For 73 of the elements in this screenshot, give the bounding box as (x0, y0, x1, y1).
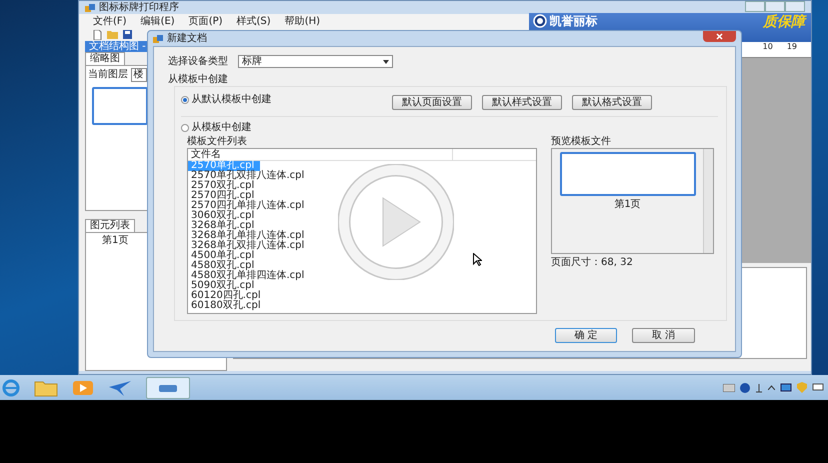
panel-tab[interactable]: 图元列表 (85, 219, 135, 232)
new-file-icon[interactable] (93, 30, 102, 40)
menu-item[interactable]: 文件(F) (93, 16, 127, 26)
save-icon[interactable] (123, 30, 132, 39)
preview-label: 预览模板文件 (551, 136, 612, 148)
minimize-button[interactable] (745, 1, 765, 12)
settings-button[interactable]: 默认格式设置 (572, 95, 652, 110)
ruler-label: 10 (762, 42, 773, 53)
monitor-icon[interactable] (780, 382, 792, 392)
menu-item[interactable]: 样式(S) (236, 16, 271, 26)
window-title: 图标标牌打印程序 (99, 2, 179, 14)
device-type-dropdown[interactable]: 标牌 (238, 55, 393, 68)
cancel-button[interactable]: 取 消 (632, 328, 695, 343)
page-caption: 第1页 (614, 198, 641, 210)
keyboard-icon[interactable] (723, 384, 735, 392)
file-row[interactable]: 60120四孔.cpl (188, 291, 267, 301)
bird-icon[interactable] (108, 378, 132, 396)
ruler-label: 19 (786, 42, 797, 53)
file-row[interactable]: 4580双孔单排四连体.cpl (188, 271, 310, 281)
device-type-label: 选择设备类型 (168, 56, 228, 68)
file-row[interactable]: 60180双孔.cpl (188, 301, 267, 311)
menu-item[interactable]: 页面(P) (188, 16, 223, 26)
file-row[interactable]: 2570单孔双排八连体.cpl (188, 171, 310, 181)
play-button-overlay[interactable] (338, 164, 454, 280)
file-row[interactable]: 4580双孔.cpl (188, 261, 260, 271)
logo-icon (533, 14, 547, 28)
cursor-icon (473, 253, 482, 266)
file-row[interactable]: 3268单孔.cpl (188, 221, 260, 231)
flag-icon[interactable] (812, 382, 824, 392)
page-size-text: 页面尺寸：68, 32 (551, 257, 634, 269)
tree-item: 第1页 (102, 235, 128, 248)
ok-button[interactable]: 确 定 (555, 328, 617, 343)
close-icon (716, 33, 723, 40)
taskbar-button[interactable] (146, 376, 190, 398)
list-label: 模板文件列表 (187, 136, 248, 148)
chevron-up-icon[interactable] (768, 385, 775, 390)
menu-item[interactable]: 帮助(H) (284, 16, 320, 26)
layer-label: 当前图层 (88, 69, 128, 81)
file-row[interactable]: 3268单孔双排八连体.cpl (188, 241, 310, 251)
app-icon (85, 4, 95, 12)
menu-item[interactable]: 编辑(E) (140, 16, 175, 26)
file-list[interactable]: 文件名 2570单孔.cpl 2570单孔双排八连体.cpl 2570双孔.cpl 2570四孔.cpl 2570四孔单排八连体.cpl 3060双孔.cpl 3268单孔.cpl 3268单孔单排八连体.cpl 3268单孔双排八连体.cpl 4500单孔.cpl 4580双孔.cpl 4580双孔单排四连体.cpl 5090双孔.cpl 60120四孔.cpl 60180双孔.cpl (187, 148, 537, 314)
group-label: 从模板中创建 (168, 74, 229, 86)
maximize-button[interactable] (765, 1, 785, 12)
scrollbar[interactable] (703, 149, 713, 253)
brand-name: 凯誉丽标 (550, 14, 598, 28)
settings-button[interactable]: 默认页面设置 (392, 95, 472, 110)
page-thumbnail (92, 87, 148, 125)
panel-tab[interactable]: 缩略图 (85, 52, 125, 65)
folder-icon[interactable] (34, 378, 58, 396)
radio-button[interactable] (181, 96, 189, 104)
file-row[interactable]: 4500单孔.cpl (188, 251, 260, 261)
file-row[interactable]: 3060双孔.cpl (188, 211, 260, 221)
column-header: 文件名 (188, 149, 453, 160)
media-player-icon[interactable] (72, 378, 94, 396)
file-row[interactable]: 5090双孔.cpl (188, 281, 260, 291)
folder-icon[interactable] (107, 30, 118, 39)
file-row[interactable]: 3268单孔单排八连体.cpl (188, 231, 310, 241)
file-row[interactable]: 2570双孔.cpl (188, 181, 260, 191)
settings-button[interactable]: 默认样式设置 (482, 95, 562, 110)
radio-option[interactable]: 从模板中创建 (181, 122, 718, 134)
file-row[interactable]: 2570四孔单排八连体.cpl (188, 201, 310, 211)
app-icon (159, 382, 177, 392)
app-icon (153, 34, 163, 42)
radio-button[interactable] (181, 124, 189, 132)
radio-label: 从模板中创建 (192, 122, 252, 134)
browser-icon[interactable] (2, 378, 20, 396)
file-row[interactable]: 2570四孔.cpl (188, 191, 260, 201)
close-button[interactable] (785, 1, 805, 12)
layer-combo[interactable]: 楼 (130, 68, 146, 82)
help-icon[interactable] (740, 382, 750, 392)
close-button[interactable] (703, 31, 736, 42)
slogan: 质保障 (763, 14, 805, 31)
